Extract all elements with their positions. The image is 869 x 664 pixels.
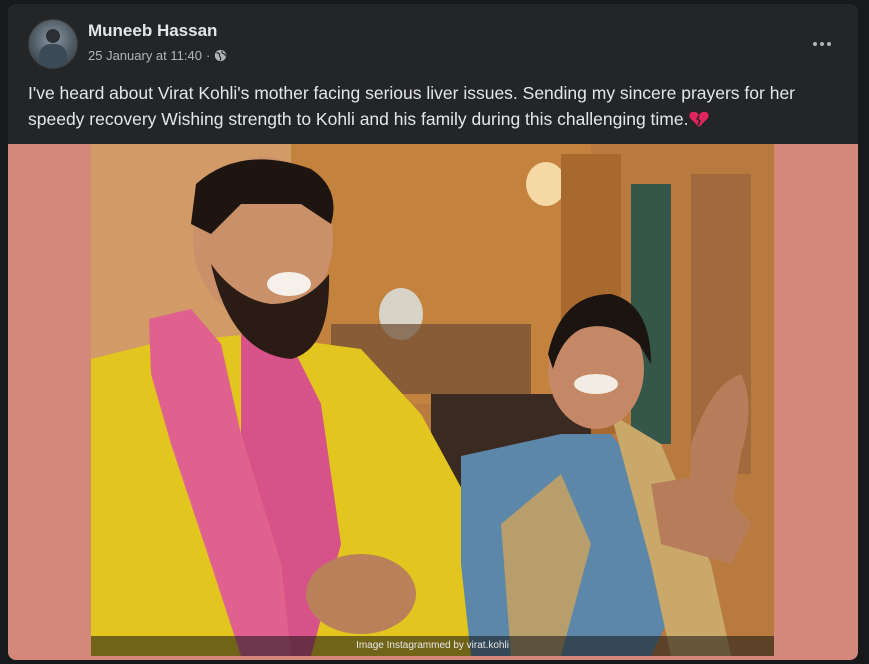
- image-caption: Image Instagrammed by virat.kohli: [91, 636, 774, 656]
- avatar-body: [39, 44, 67, 68]
- post-meta: 25 January at 11:40 ·: [88, 48, 227, 63]
- meta-separator: ·: [205, 48, 211, 63]
- post-text: I've heard about Virat Kohli's mother fa…: [28, 83, 796, 129]
- globe-icon[interactable]: [214, 49, 227, 62]
- post-timestamp[interactable]: 25 January at 11:40: [88, 48, 202, 63]
- post-media[interactable]: Image Instagrammed by virat.kohli: [8, 144, 858, 660]
- more-options-button[interactable]: [804, 26, 840, 62]
- post-body: I've heard about Virat Kohli's mother fa…: [28, 80, 838, 132]
- avatar-head: [46, 29, 60, 43]
- photo-illustration: [91, 144, 774, 656]
- post-header: Muneeb Hassan 25 January at 11:40 ·: [8, 4, 858, 74]
- broken-heart-icon: [689, 111, 710, 128]
- post-photo[interactable]: Image Instagrammed by virat.kohli: [91, 144, 774, 656]
- author-name[interactable]: Muneeb Hassan: [88, 21, 217, 41]
- author-avatar[interactable]: [28, 19, 78, 69]
- more-options-icon: [812, 42, 833, 46]
- post-card: Muneeb Hassan 25 January at 11:40 · I've…: [8, 4, 858, 660]
